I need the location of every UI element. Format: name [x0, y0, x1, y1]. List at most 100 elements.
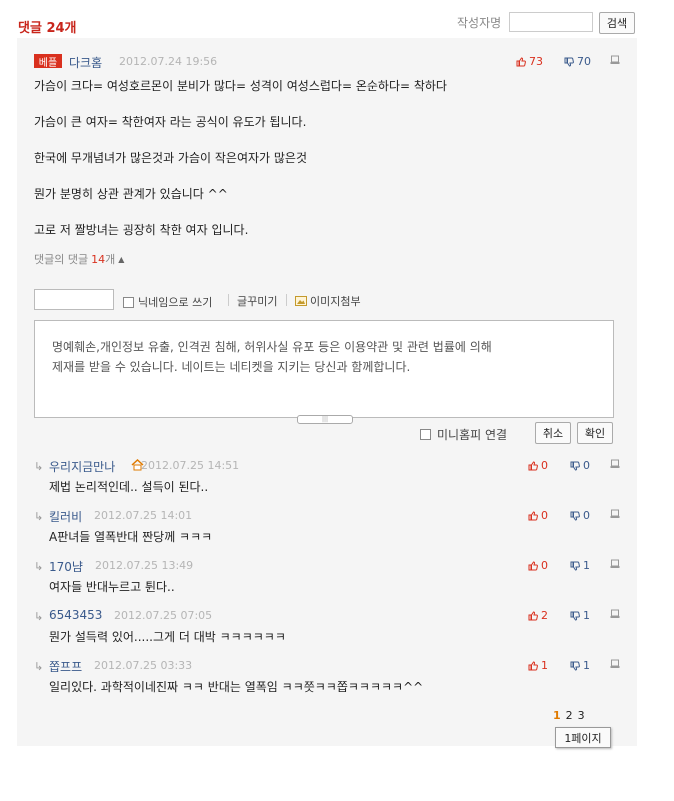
- report-icon[interactable]: [610, 509, 620, 519]
- comment-line-2: 가슴이 큰 여자= 착한여자 라는 공식이 유도가 됩니다.: [34, 115, 307, 129]
- dislike-button[interactable]: 70: [564, 55, 591, 68]
- reply-like-count: 1: [541, 659, 548, 672]
- thumbs-up-icon: [528, 610, 538, 620]
- replies-label: 댓글의 댓글: [34, 253, 89, 266]
- notice-line-2: 제재를 받을 수 있습니다. 네이트는 네티켓을 지키는 당신과 함께합니다.: [52, 360, 411, 374]
- attach-image-label: 이미지첨부: [310, 295, 361, 308]
- reply-like-count: 0: [541, 459, 548, 472]
- reply-dislike-button[interactable]: 1: [570, 609, 590, 622]
- comment-author[interactable]: 다크홈: [69, 54, 102, 71]
- decorate-button[interactable]: 글꾸미기: [237, 293, 277, 309]
- pagination: 1 2 3: [553, 709, 585, 722]
- reply-author[interactable]: 170냠: [49, 558, 83, 575]
- divider: [286, 294, 287, 306]
- page-link-1[interactable]: 1: [553, 709, 561, 722]
- thumbs-down-icon: [564, 57, 574, 67]
- thumbs-down-icon: [570, 561, 580, 571]
- report-icon[interactable]: [610, 559, 620, 569]
- reply-dislike-count: 0: [583, 509, 590, 522]
- nickname-option[interactable]: 닉네임으로 쓰기: [123, 294, 212, 310]
- reply-dislike-count: 0: [583, 459, 590, 472]
- reply-date: 2012.07.25 14:51: [141, 459, 240, 472]
- comment-line-3: 한국에 무개념녀가 많은것과 가슴이 작은여자가 많은것: [34, 151, 307, 165]
- report-icon[interactable]: [610, 459, 620, 469]
- reply-arrow-icon: ↳: [34, 660, 44, 673]
- reply-like-button[interactable]: 2: [528, 609, 548, 622]
- comment-line-5: 고로 저 짤방녀는 굉장히 착한 여자 입니다.: [34, 223, 249, 237]
- thumbs-up-icon: [528, 560, 538, 570]
- reply-date: 2012.07.25 03:33: [94, 659, 193, 672]
- thumbs-down-icon: [570, 661, 580, 671]
- cancel-button[interactable]: 취소: [535, 422, 571, 444]
- divider: [228, 294, 229, 306]
- replies-unit: 개: [105, 253, 116, 266]
- search-author-input[interactable]: [509, 12, 593, 32]
- reply-author[interactable]: 킬러비: [49, 508, 82, 525]
- reply-date: 2012.07.25 14:01: [94, 509, 193, 522]
- nickname-checkbox[interactable]: [123, 296, 134, 308]
- page-tooltip: 1페이지: [555, 727, 611, 748]
- search-button[interactable]: 검색: [599, 12, 635, 34]
- confirm-button[interactable]: 확인: [577, 422, 613, 444]
- reply-like-button[interactable]: 1: [528, 659, 548, 672]
- like-button[interactable]: 73: [516, 55, 543, 68]
- reply-date: 2012.07.25 13:49: [95, 559, 194, 572]
- page-link-3[interactable]: 3: [578, 709, 585, 722]
- reply-arrow-icon: ↳: [34, 510, 44, 523]
- notice-line-1: 명예훼손,개인정보 유출, 인격권 침해, 허위사실 유포 등은 이용약관 및 …: [52, 340, 492, 354]
- reply-dislike-button[interactable]: 0: [570, 509, 590, 522]
- reply-text: 여자들 반대누르고 튄다..: [49, 580, 175, 594]
- thumbs-down-icon: [570, 461, 580, 471]
- thumbs-up-icon: [516, 56, 526, 66]
- thumbs-down-icon: [570, 611, 580, 621]
- nickname-option-label: 닉네임으로 쓰기: [138, 296, 213, 309]
- comment-line-1: 가슴이 크다= 여성호르몬이 분비가 많다= 성격이 여성스럽다= 온순하다= …: [34, 79, 447, 93]
- reply-author[interactable]: 우리지금만나: [49, 458, 115, 475]
- reply-dislike-count: 1: [583, 659, 590, 672]
- like-count: 73: [529, 55, 543, 68]
- comment-date: 2012.07.24 19:56: [119, 55, 218, 68]
- reply-dislike-button[interactable]: 0: [570, 459, 590, 472]
- reply-arrow-icon: ↳: [34, 460, 44, 473]
- best-badge: 베플: [34, 54, 62, 69]
- reply-arrow-icon: ↳: [34, 560, 44, 573]
- report-icon[interactable]: [610, 55, 620, 65]
- report-icon[interactable]: [610, 609, 620, 619]
- thumbs-down-icon: [570, 511, 580, 521]
- reply-dislike-count: 1: [583, 559, 590, 572]
- reply-like-count: 2: [541, 609, 548, 622]
- nickname-input[interactable]: [34, 289, 114, 310]
- reply-text: 일리있다. 과학적이네진짜 ㅋㅋ 반대는 열폭임 ㅋㅋ쯧ㅋㅋ쫍ㅋㅋㅋㅋㅋ^^: [49, 680, 424, 694]
- replies-count: 14: [91, 252, 106, 266]
- minihompy-option[interactable]: 미니홈피 연결: [420, 426, 507, 443]
- comments-title: 댓글 24개: [18, 21, 77, 36]
- reply-like-button[interactable]: 0: [528, 509, 548, 522]
- report-icon[interactable]: [610, 659, 620, 669]
- reply-text: 뭔가 설득력 있어.....그게 더 대박 ㅋㅋㅋㅋㅋㅋ: [49, 630, 286, 644]
- search-author-label: 작성자명: [457, 16, 502, 30]
- reply-author[interactable]: 6543453: [49, 608, 102, 622]
- minihompy-label: 미니홈피 연결: [437, 428, 508, 442]
- reply-like-count: 0: [541, 509, 548, 522]
- reply-like-count: 0: [541, 559, 548, 572]
- reply-text: A판녀들 열폭반대 짠당께 ㅋㅋㅋ: [49, 530, 213, 544]
- reply-like-button[interactable]: 0: [528, 459, 548, 472]
- caret-up-icon: ▲: [118, 254, 125, 264]
- reply-like-button[interactable]: 0: [528, 559, 548, 572]
- dislike-count: 70: [577, 55, 591, 68]
- attach-image-button[interactable]: 이미지첨부: [295, 293, 361, 309]
- thumbs-up-icon: [528, 510, 538, 520]
- reply-dislike-count: 1: [583, 609, 590, 622]
- page-link-2[interactable]: 2: [566, 709, 573, 722]
- replies-toggle[interactable]: 댓글의 댓글 14 개 ▲: [34, 251, 124, 267]
- reply-arrow-icon: ↳: [34, 610, 44, 623]
- thumbs-up-icon: [528, 660, 538, 670]
- comment-line-4: 뭔가 분명히 상관 관계가 있습니다 ^^: [34, 187, 228, 201]
- minihompy-checkbox[interactable]: [420, 429, 431, 440]
- resize-handle[interactable]: |||: [297, 415, 353, 424]
- reply-dislike-button[interactable]: 1: [570, 559, 590, 572]
- reply-dislike-button[interactable]: 1: [570, 659, 590, 672]
- reply-date: 2012.07.25 07:05: [114, 609, 213, 622]
- thumbs-up-icon: [528, 460, 538, 470]
- reply-author[interactable]: 쫍프프: [49, 658, 82, 675]
